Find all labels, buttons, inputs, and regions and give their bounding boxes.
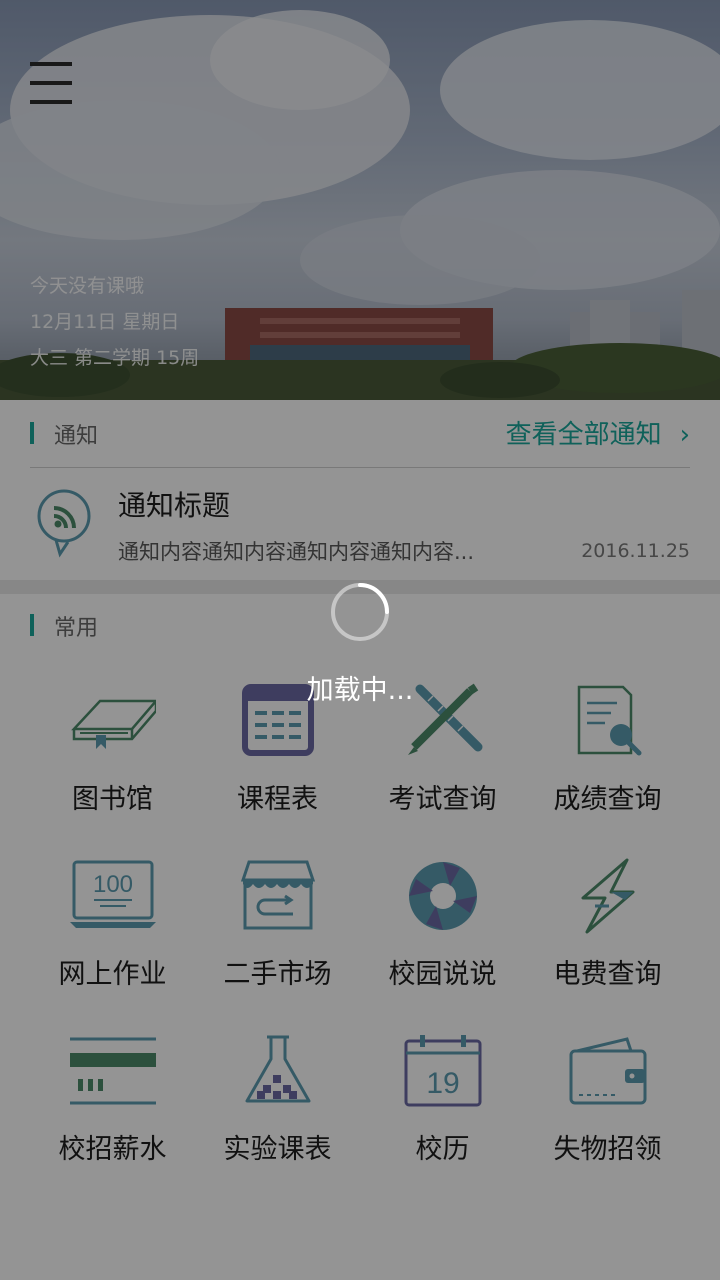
loading-spinner-icon xyxy=(331,583,389,641)
loading-overlay: 加载中... xyxy=(0,0,720,1280)
loading-text: 加载中... xyxy=(306,675,414,706)
